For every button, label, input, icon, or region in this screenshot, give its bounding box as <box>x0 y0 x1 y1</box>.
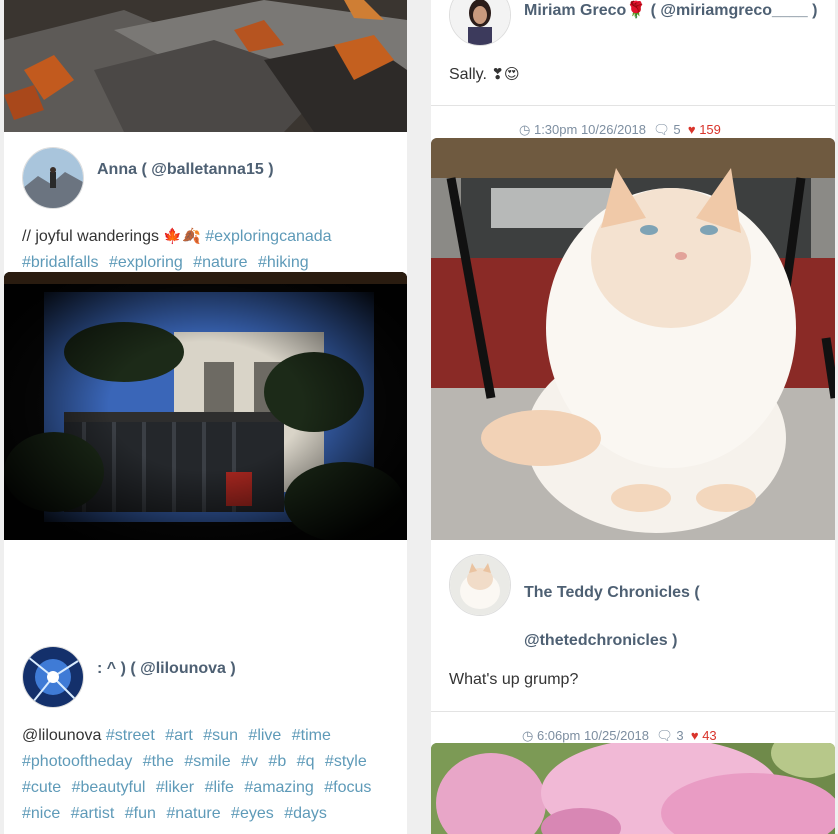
hashtag-link[interactable]: #nature <box>166 805 220 822</box>
post-photo-cat[interactable] <box>431 138 835 540</box>
post-author[interactable]: Anna ( @balletanna15 ) <box>97 161 274 179</box>
caption-text: Sally. <box>449 66 487 83</box>
caption-emoji: 🍁🍂 <box>163 227 201 245</box>
post-caption: @lilounova #street #art #sun #live #time… <box>22 723 407 827</box>
post-caption: // joyful wanderings 🍁🍂 #exploringcanada… <box>22 223 402 276</box>
hashtag-link[interactable]: #fun <box>125 805 156 822</box>
author-handle[interactable]: @balletanna15 <box>151 161 264 178</box>
comments-count[interactable]: 3 <box>676 728 683 743</box>
hashtag-link[interactable]: #sun <box>203 727 238 744</box>
author-handle[interactable]: @thetedchronicles ) <box>524 617 824 665</box>
likes-count[interactable]: 159 <box>699 122 721 137</box>
hashtag-link[interactable]: #the <box>143 753 174 770</box>
hashtag-link[interactable]: #nice <box>22 805 60 822</box>
hashtag-link[interactable]: #hiking <box>258 254 309 271</box>
hashtag-link[interactable]: #days <box>284 805 327 822</box>
hashtag-link[interactable]: #beautyful <box>72 779 146 796</box>
hashtag-link[interactable]: #style <box>325 753 367 770</box>
post-photo-rocks[interactable] <box>4 0 407 132</box>
author-handle[interactable]: @lilounova <box>140 660 226 677</box>
hashtag-link[interactable]: #focus <box>324 779 371 796</box>
avatar[interactable] <box>22 646 84 708</box>
hashtag-link[interactable]: #amazing <box>244 779 313 796</box>
hashtag-link[interactable]: #street <box>106 727 155 744</box>
post-author[interactable]: The Teddy Chronicles ( @thetedchronicles… <box>524 569 824 665</box>
comments-count[interactable]: 5 <box>673 122 680 137</box>
post-timestamp[interactable]: 6:06pm 10/25/2018 <box>537 728 649 743</box>
author-name: : ^ ) <box>97 660 126 677</box>
avatar[interactable] <box>449 0 511 46</box>
post-author[interactable]: : ^ ) ( @lilounova ) <box>97 660 236 678</box>
heart-icon[interactable]: ♥ <box>688 122 696 137</box>
avatar[interactable] <box>22 147 84 209</box>
comments-icon: 🗨 <box>656 728 673 743</box>
hashtag-link[interactable]: #time <box>292 727 331 744</box>
hashtag-link[interactable]: #cute <box>22 779 61 796</box>
hashtag-link[interactable]: #eyes <box>231 805 274 822</box>
comments-icon: 🗨 <box>653 122 670 137</box>
author-handle[interactable]: ( @miriamgreco____ ) <box>651 2 818 19</box>
caption-mention[interactable]: @lilounova <box>22 727 101 744</box>
feed-column-right: Miriam Greco🌹 ( @miriamgreco____ ) Sally… <box>431 0 835 834</box>
hashtag-link[interactable]: #photooftheday <box>22 753 132 770</box>
clock-icon: ◷ <box>522 728 534 743</box>
post-author[interactable]: Miriam Greco🌹 ( @miriamgreco____ ) <box>524 0 817 20</box>
avatar[interactable] <box>449 554 511 616</box>
hashtag-link[interactable]: #smile <box>184 753 230 770</box>
hashtag-link[interactable]: #art <box>165 727 193 744</box>
hashtag-link[interactable]: #q <box>297 753 315 770</box>
post-meta: ◷ 6:06pm 10/25/2018 🗨 3 ♥ 43 <box>522 728 717 744</box>
hashtag-link[interactable]: #bridalfalls <box>22 254 98 271</box>
post-photo-flower[interactable] <box>431 743 835 834</box>
hashtag-link[interactable]: #v <box>241 753 258 770</box>
post-photo-balcony[interactable] <box>4 272 407 540</box>
post-timestamp[interactable]: 1:30pm 10/26/2018 <box>534 122 646 137</box>
post-meta: ◷ 1:30pm 10/26/2018 🗨 5 ♥ 159 <box>519 122 721 138</box>
hashtag-link[interactable]: #exploringcanada <box>205 228 331 245</box>
hashtag-link[interactable]: #live <box>248 727 281 744</box>
author-name: Anna <box>97 161 137 178</box>
caption-text: What's up grump? <box>449 671 579 688</box>
hashtag-link[interactable]: #b <box>268 753 286 770</box>
post-caption: What's up grump? <box>449 667 578 693</box>
divider <box>431 711 835 712</box>
hashtag-link[interactable]: #life <box>205 779 234 796</box>
hashtag-link[interactable]: #nature <box>193 254 247 271</box>
heart-icon[interactable]: ♥ <box>691 728 699 743</box>
author-name: The Teddy Chronicles ( <box>524 584 700 601</box>
feed-column-left: Anna ( @balletanna15 ) // joyful wanderi… <box>4 0 407 834</box>
hashtag-link[interactable]: #exploring <box>109 254 183 271</box>
clock-icon: ◷ <box>519 122 531 137</box>
caption-text: // joyful wanderings <box>22 228 159 245</box>
hashtag-link[interactable]: #liker <box>156 779 194 796</box>
likes-count[interactable]: 43 <box>702 728 716 743</box>
caption-emoji: ❣😍 <box>491 65 520 83</box>
author-name: Miriam Greco🌹 <box>524 2 647 19</box>
post-caption: Sally. ❣😍 <box>449 61 520 88</box>
divider <box>431 105 835 106</box>
hashtag-link[interactable]: #artist <box>71 805 115 822</box>
